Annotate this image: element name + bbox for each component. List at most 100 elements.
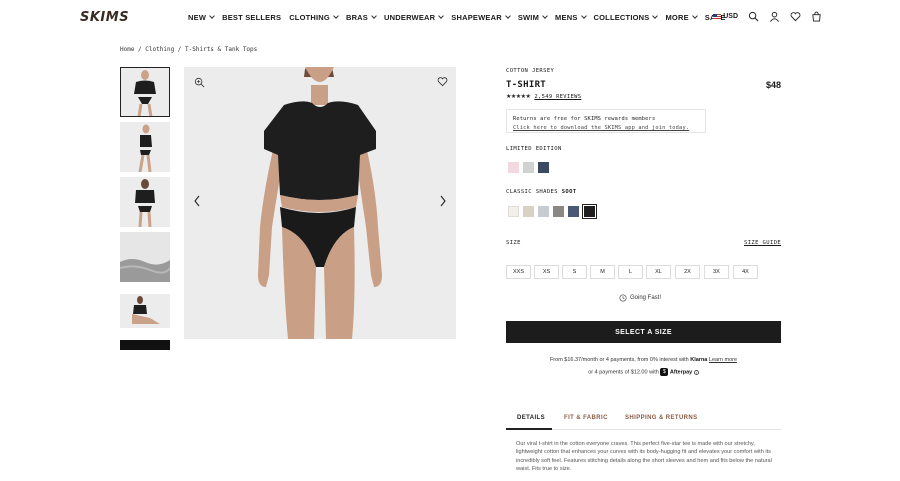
nav-item-underwear[interactable]: UNDERWEAR xyxy=(384,13,445,22)
size-option-4x[interactable]: 4X xyxy=(733,265,758,279)
thumbnail-side[interactable] xyxy=(120,122,170,172)
nav-label: UNDERWEAR xyxy=(384,13,436,22)
model-side-thumbnail-image xyxy=(120,122,170,172)
thumbnail-front[interactable] xyxy=(120,67,170,117)
chevron-down-icon xyxy=(691,13,698,19)
size-option-l[interactable]: L xyxy=(618,265,643,279)
afterpay-payment-info: or 4 payments of $12.00 with $ Afterpay … xyxy=(506,368,781,376)
reviews-link[interactable]: 2,549 REVIEWS xyxy=(534,94,581,100)
afterpay-text: or 4 payments of $12.00 with xyxy=(588,369,659,376)
size-option-3x[interactable]: 3X xyxy=(704,265,729,279)
afterpay-logo: Afterpay xyxy=(669,369,693,376)
nav-label: MORE xyxy=(665,13,689,22)
nav-item-swim[interactable]: SWIM xyxy=(517,13,548,22)
account-icon[interactable] xyxy=(769,11,780,22)
size-guide-link[interactable]: SIZE GUIDE xyxy=(744,240,781,246)
main-nav: NEW BEST SELLERS CLOTHING BRAS UNDERWEAR… xyxy=(188,13,734,22)
product-collection: COTTON JERSEY xyxy=(506,68,555,74)
chevron-down-icon xyxy=(580,13,587,19)
tab-fit-fabric[interactable]: FIT & FABRIC xyxy=(564,415,608,421)
chevron-down-icon xyxy=(333,13,339,19)
chevron-right-icon[interactable] xyxy=(438,194,448,208)
product-price: $48 xyxy=(765,80,781,90)
thumbnail-back[interactable] xyxy=(120,177,170,227)
nav-item-collections[interactable]: COLLECTIONS xyxy=(593,13,659,22)
clock-icon xyxy=(619,294,627,302)
chevron-down-icon xyxy=(542,13,548,19)
klarna-learn-more-link[interactable]: Learn more xyxy=(709,357,737,363)
klarna-payment-info: From $16.37/month or 4 payments, from 0%… xyxy=(506,357,781,363)
promo-app-link[interactable]: Click here to download the SKIMS app and… xyxy=(513,124,699,133)
size-option-2x[interactable]: 2X xyxy=(675,265,700,279)
search-icon[interactable] xyxy=(748,11,759,22)
select-size-button[interactable]: SELECT A SIZE xyxy=(506,321,781,343)
product-title: T-SHIRT xyxy=(506,80,547,90)
chevron-left-icon[interactable] xyxy=(192,194,202,208)
zoom-in-icon[interactable] xyxy=(194,77,205,88)
swatch-classic-light-grey[interactable] xyxy=(538,206,549,217)
tab-shipping-returns[interactable]: SHIPPING & RETURNS xyxy=(625,415,698,421)
nav-item-clothing[interactable]: CLOTHING xyxy=(289,13,339,22)
thumbnail-more[interactable] xyxy=(120,340,170,350)
rewards-promo-box: Returns are free for SKIMS rewards membe… xyxy=(506,109,706,133)
swatch-limited-navy[interactable] xyxy=(538,162,549,173)
nav-item-shapewear[interactable]: SHAPEWEAR xyxy=(451,13,511,22)
nav-label: SWIM xyxy=(517,13,540,22)
wishlist-heart-icon[interactable] xyxy=(437,76,448,87)
size-option-xl[interactable]: XL xyxy=(646,265,671,279)
nav-label: NEW xyxy=(188,13,207,22)
nav-item-best-sellers[interactable]: BEST SELLERS xyxy=(222,13,281,22)
size-label: SIZE xyxy=(506,240,521,246)
currency-selector[interactable]: USD xyxy=(713,13,738,20)
selected-shade-name: SOOT xyxy=(561,189,577,195)
swatch-classic-navy[interactable] xyxy=(568,206,579,217)
fabric-detail-thumbnail-image xyxy=(120,232,170,282)
thumbnail-fabric[interactable] xyxy=(120,232,170,282)
info-icon[interactable]: i xyxy=(693,369,699,375)
size-option-m[interactable]: M xyxy=(590,265,615,279)
tab-details[interactable]: DETAILS xyxy=(517,415,545,421)
classic-shades-label: CLASSIC SHADES SOOT xyxy=(506,189,577,195)
swatch-classic-grey[interactable] xyxy=(553,206,564,217)
chevron-down-icon xyxy=(371,13,377,19)
product-description: Our viral t-shirt in the cotton everyone… xyxy=(516,441,772,472)
size-option-xs[interactable]: XS xyxy=(534,265,559,279)
swatch-classic-stone[interactable] xyxy=(523,206,534,217)
nav-item-more[interactable]: MORE xyxy=(665,13,698,22)
nav-label: MENS xyxy=(555,13,578,22)
breadcrumb[interactable]: Home / Clothing / T-Shirts & Tank Tops xyxy=(120,46,257,53)
swatch-limited-grey[interactable] xyxy=(523,162,534,173)
brand-logo[interactable]: SKIMS xyxy=(80,10,129,25)
model-back-thumbnail-image xyxy=(120,177,170,227)
chevron-down-icon xyxy=(209,13,215,19)
chevron-down-icon xyxy=(438,13,445,19)
header-actions: USD xyxy=(713,11,822,22)
klarna-text: From $16.37/month or 4 payments, from 0%… xyxy=(549,357,689,363)
chevron-down-icon xyxy=(504,13,511,19)
swatch-classic-soot[interactable] xyxy=(582,204,597,219)
product-main-image xyxy=(184,67,456,339)
klarna-logo: Klarna xyxy=(690,357,708,363)
size-option-xxs[interactable]: XXS xyxy=(506,265,531,279)
model-wearing-tshirt-image xyxy=(184,67,456,339)
swatch-classic-ivory[interactable] xyxy=(508,206,519,217)
star-rating-icon: ★★★★★ xyxy=(506,94,531,100)
swatch-limited-pink[interactable] xyxy=(508,162,519,173)
nav-item-mens[interactable]: MENS xyxy=(555,13,587,22)
thumbnail-seated[interactable] xyxy=(120,294,170,328)
promo-text: Returns are free for SKIMS rewards membe… xyxy=(513,116,656,122)
us-flag-icon xyxy=(713,13,722,20)
nav-label: COLLECTIONS xyxy=(593,13,650,22)
heart-icon[interactable] xyxy=(790,11,801,22)
nav-item-new[interactable]: NEW xyxy=(188,13,215,22)
nav-item-bras[interactable]: BRAS xyxy=(346,13,377,22)
size-option-s[interactable]: S xyxy=(562,265,587,279)
product-tabs: DETAILS FIT & FABRIC SHIPPING & RETURNS xyxy=(506,408,781,430)
bag-icon[interactable] xyxy=(811,11,822,22)
active-tab-indicator xyxy=(506,428,552,430)
model-seated-thumbnail-image xyxy=(120,294,170,328)
going-fast-text: Going Fast! xyxy=(630,295,662,301)
nav-label: SHAPEWEAR xyxy=(451,13,502,22)
nav-label: CLOTHING xyxy=(289,13,330,22)
currency-label: USD xyxy=(723,13,738,20)
